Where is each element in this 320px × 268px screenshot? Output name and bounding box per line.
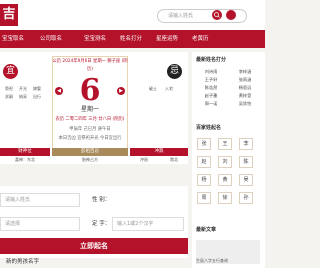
submit-button[interactable]: 立即起名 xyxy=(0,238,188,254)
right-bottom-title: 冲煞 xyxy=(130,148,188,156)
score-item[interactable]: 周一诺 xyxy=(194,100,228,107)
yi-item: 嫁娶 xyxy=(33,86,41,91)
score-item[interactable]: 杨思远 xyxy=(228,84,262,91)
score-item[interactable]: 刘诗雨 xyxy=(194,68,228,75)
side-title-scores: 最新姓名打分 xyxy=(196,57,227,63)
yi-badge: 宜 xyxy=(3,64,18,79)
surname-chip[interactable]: 张 xyxy=(197,138,211,150)
weekday: 星期一 xyxy=(80,106,99,113)
birth-date-select[interactable]: 请选择 xyxy=(0,217,80,231)
nav-item-almanac[interactable]: 老黄历 xyxy=(192,33,209,45)
yi-item: 求嗣 xyxy=(5,94,13,99)
ji-badge: 忌 xyxy=(167,64,182,79)
fixed-char-input[interactable]: 输入1或2个汉字 xyxy=(112,217,184,231)
nav-item-horoscope[interactable]: 星座运势 xyxy=(156,33,178,45)
ji-item: 入宅 xyxy=(165,86,173,91)
score-item[interactable]: 陈浩然 xyxy=(194,84,228,91)
mid-bottom-title: 彭祖百忌 xyxy=(52,148,128,156)
nav-item-name-test[interactable]: 宝宝测名 xyxy=(84,33,106,45)
gender-label: 性 别： xyxy=(92,197,111,203)
nav-item-company-name[interactable]: 公司取名 xyxy=(40,33,62,45)
day-note: 本日吉凶 宜祭祀开光 今日宜出行 xyxy=(58,136,122,141)
nav-item-baby-name[interactable]: 宝宝取名 xyxy=(2,33,24,45)
deity-item: 喜神：东北 xyxy=(15,157,35,162)
article-title[interactable]: 生辰八字五行查询 xyxy=(196,258,260,264)
left-bottom-title: 财神位 xyxy=(0,148,50,156)
yi-item: 纳采 xyxy=(19,94,27,99)
yi-item: 开光 xyxy=(19,86,27,91)
chong-item: 冲鼠 xyxy=(140,157,148,162)
score-item[interactable]: 李梓涵 xyxy=(228,68,262,75)
surname-chip[interactable]: 王 xyxy=(218,138,232,150)
score-item[interactable]: 张雨涵 xyxy=(228,76,262,83)
score-item[interactable]: 赵子墨 xyxy=(194,92,228,99)
surname-chip[interactable]: 周 xyxy=(197,192,211,204)
ji-item: 破土 xyxy=(149,86,157,91)
surname-chip[interactable]: 孙 xyxy=(239,192,253,204)
surname-chip[interactable]: 李 xyxy=(239,138,253,150)
solar-date: 公历 2024年9月6日 星期一 狮子座 (阴历) xyxy=(52,59,128,72)
surname-chip[interactable]: 徐 xyxy=(218,192,232,204)
user-icon[interactable] xyxy=(226,10,236,20)
day-number: 6 xyxy=(79,73,101,108)
yi-item: 出行 xyxy=(33,94,41,99)
surname-chip[interactable]: 陈 xyxy=(239,156,253,168)
surname-input[interactable]: 请输入姓氏 xyxy=(0,193,80,207)
result-caption: 新的男孩名字 xyxy=(6,259,40,265)
side-title-surnames: 百家姓起名 xyxy=(196,125,222,131)
taishen-item: 胎神占方 xyxy=(82,157,98,162)
surname-chip[interactable]: 吴 xyxy=(239,174,253,186)
surname-chip[interactable]: 黄 xyxy=(218,174,232,186)
ganzhi: 甲辰年 己巳月 庚午日 xyxy=(69,127,111,132)
nav-item-score[interactable]: 姓名打分 xyxy=(120,33,142,45)
score-item[interactable]: 黄梓萱 xyxy=(228,92,262,99)
sha-item: 煞北 xyxy=(170,157,178,162)
surname-chip[interactable]: 刘 xyxy=(218,156,232,168)
prev-day-button[interactable]: ◀ xyxy=(55,87,63,95)
side-title-articles: 最新文章 xyxy=(196,227,217,233)
logo[interactable]: 吉 xyxy=(0,4,18,26)
score-item[interactable]: 王子轩 xyxy=(194,76,228,83)
search-icon[interactable] xyxy=(212,10,222,20)
surname-chip[interactable]: 赵 xyxy=(197,156,211,168)
score-item[interactable]: 吴欣怡 xyxy=(228,100,262,107)
next-day-button[interactable]: ▶ xyxy=(117,87,125,95)
yi-item: 祭祀 xyxy=(5,86,13,91)
lunar-date: 农历 二零二四年 三月 廿八日 (阴历) xyxy=(55,117,125,122)
fixed-char-label: 定 字： xyxy=(92,221,111,227)
surname-chip[interactable]: 杨 xyxy=(197,174,211,186)
